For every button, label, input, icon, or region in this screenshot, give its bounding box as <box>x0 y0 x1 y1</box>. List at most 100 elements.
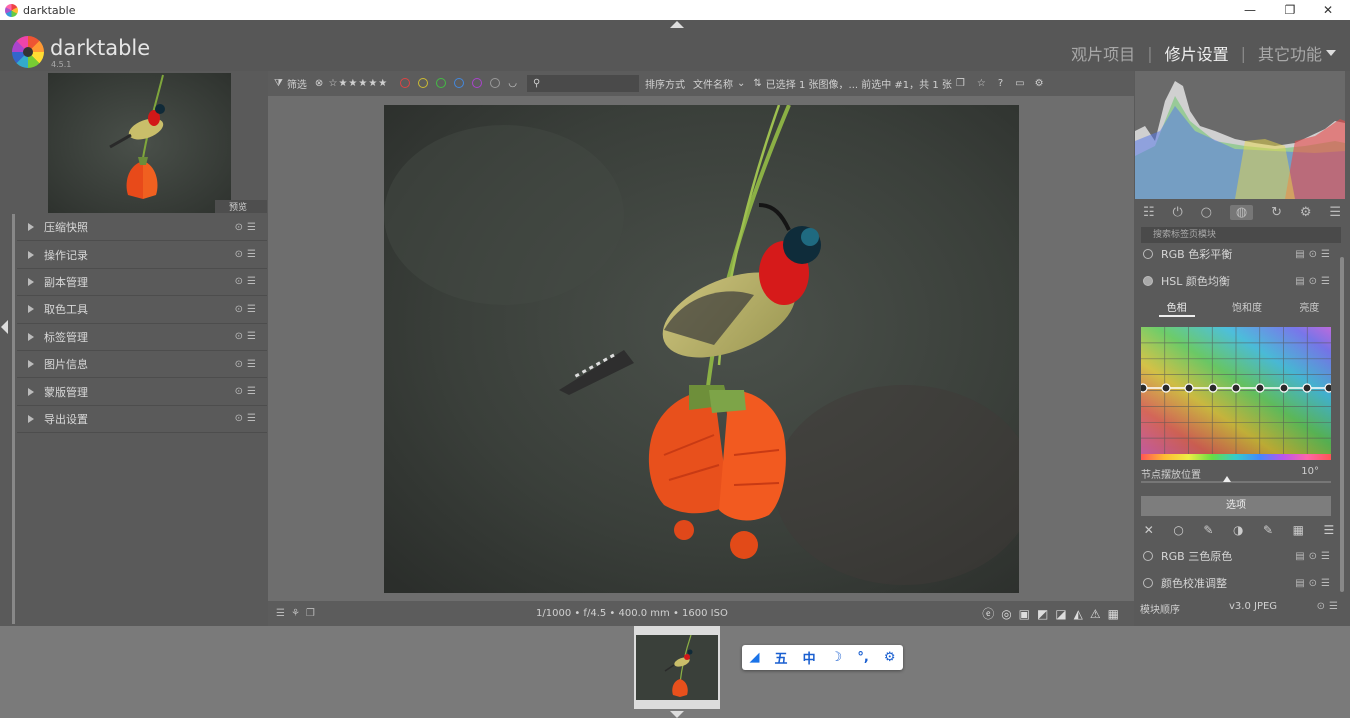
module-search-input[interactable]: 搜索标签页模块 <box>1141 227 1341 243</box>
module-row[interactable]: 图片信息 ⊙☰ <box>17 351 267 379</box>
module-reset-presets-icon[interactable]: ⊙☰ <box>235 304 260 315</box>
module-row[interactable]: 蒙版管理 ⊙☰ <box>17 378 267 406</box>
rating-filter[interactable]: ⊗ ☆★★★★★ <box>315 78 388 89</box>
color-label-mode-icon[interactable]: ◡ <box>508 78 517 89</box>
module-reset-presets-icon[interactable]: ⊙☰ <box>235 331 260 342</box>
module-actions-icon[interactable]: ▤⊙☰ <box>1295 276 1334 287</box>
star-icon[interactable]: ☆ <box>977 78 986 89</box>
hue-slider-label: 节点摆放位置 10° <box>1141 466 1331 481</box>
view-other[interactable]: 其它功能 <box>1258 41 1322 65</box>
options-button[interactable]: 选项 <box>1141 496 1331 516</box>
node-position-value[interactable]: 10° <box>1301 466 1319 477</box>
module-reset-presets-icon[interactable]: ⊙☰ <box>235 276 260 287</box>
chevron-down-icon[interactable] <box>1326 50 1336 56</box>
module-reset-presets-icon[interactable]: ⊙☰ <box>235 386 260 397</box>
presets-menu-icon[interactable]: ☰ <box>1323 523 1334 541</box>
module-actions-icon[interactable]: ▤⊙☰ <box>1295 249 1334 260</box>
tab-hue[interactable]: 色相 <box>1158 299 1195 317</box>
ime-moon-icon[interactable]: ☽ <box>831 650 843 665</box>
left-panel-scrollbar[interactable] <box>12 214 15 624</box>
module-header-hsl[interactable]: HSL 颜色均衡 ▤⊙☰ <box>1140 270 1338 292</box>
ime-settings-icon[interactable]: ⚙ <box>884 650 896 665</box>
module-group-tabs: ☷ ⏻ ○ ◍ ↻ ⚙ ☰ <box>1134 201 1350 223</box>
display-toggle-icons[interactable]: ⓔ◎▣◩◪◭⚠▦ <box>982 605 1126 622</box>
power-icon[interactable] <box>1143 551 1153 561</box>
navigation-zoom-label[interactable]: 预览 <box>215 200 267 213</box>
search-input[interactable]: ⚲ <box>527 75 640 92</box>
collapse-bottom-arrow-icon[interactable] <box>670 711 684 718</box>
parametric-mask-icon[interactable]: ◑ <box>1233 523 1243 541</box>
drawn-parametric-mask-icon[interactable]: ✎ <box>1263 523 1273 541</box>
expand-arrow-icon <box>28 332 34 341</box>
module-row[interactable]: 副本管理 ⊙☰ <box>17 269 267 297</box>
ime-punct-icon[interactable]: °, <box>857 650 868 665</box>
ime-chinese-mode[interactable]: 中 <box>803 648 816 667</box>
filmstrip-thumbnail[interactable] <box>634 626 720 709</box>
module-header-rgb-primaries[interactable]: RGB 三色原色 ▤⊙☰ <box>1140 545 1338 567</box>
left-bottom-icons[interactable]: ☰⚘❐ <box>276 608 321 619</box>
module-row[interactable]: 标签管理 ⊙☰ <box>17 324 267 351</box>
module-order-actions-icon[interactable]: ⊙☰ <box>1317 601 1342 612</box>
color-label-purple-icon[interactable] <box>472 78 483 88</box>
sort-select[interactable]: 文件名称 <box>693 76 733 91</box>
color-modules-icon[interactable]: ◍ <box>1229 204 1254 220</box>
view-lighttable[interactable]: 观片项目 <box>1071 41 1135 65</box>
mask-off-icon[interactable]: ✕ <box>1144 523 1154 541</box>
module-reset-presets-icon[interactable]: ⊙☰ <box>235 222 260 233</box>
module-reset-presets-icon[interactable]: ⊙☰ <box>235 413 260 424</box>
module-order-value[interactable]: v3.0 JPEG <box>1229 601 1277 612</box>
help-icon[interactable]: ? <box>998 78 1003 89</box>
sort-order-icon[interactable]: ⇅ <box>753 78 761 89</box>
right-panel-scrollbar[interactable] <box>1340 257 1344 592</box>
main-photo[interactable] <box>384 105 1019 593</box>
module-reset-presets-icon[interactable]: ⊙☰ <box>235 249 260 260</box>
copy-icon[interactable]: ❐ <box>956 78 965 89</box>
ime-logo-icon[interactable]: ◢ <box>750 650 760 665</box>
power-icon[interactable] <box>1143 249 1153 259</box>
shortcuts-icon[interactable]: ▭ <box>1015 78 1024 89</box>
module-row[interactable]: 导出设置 ⊙☰ <box>17 406 267 434</box>
module-header-rgb-color-balance[interactable]: RGB 色彩平衡 ▤⊙☰ <box>1140 243 1338 265</box>
image-info-bar: ☰⚘❐ 1/1000 • f/4.5 • 400.0 mm • 1600 ISO… <box>268 601 1134 626</box>
gear-icon[interactable]: ⚙ <box>1035 78 1044 89</box>
slider-thumb[interactable] <box>1223 476 1231 482</box>
module-row[interactable]: 压缩快照 ⊙☰ <box>17 214 267 242</box>
histogram[interactable] <box>1135 71 1345 199</box>
navigation-thumbnail[interactable] <box>48 73 231 213</box>
quick-access-icon[interactable]: ☷ <box>1143 205 1155 220</box>
hue-curve-graph[interactable] <box>1141 327 1331 454</box>
drawn-mask-icon[interactable]: ✎ <box>1203 523 1213 541</box>
minimize-button[interactable]: — <box>1228 0 1272 20</box>
active-modules-icon[interactable]: ⏻ <box>1172 205 1182 220</box>
raster-mask-icon[interactable]: ▦ <box>1293 523 1304 541</box>
collapse-left-arrow-icon[interactable] <box>1 320 8 334</box>
effects-modules-icon[interactable]: ⚙ <box>1300 205 1312 220</box>
module-row[interactable]: 操作记录 ⊙☰ <box>17 241 267 269</box>
power-icon[interactable] <box>1143 276 1153 286</box>
color-label-none-icon[interactable] <box>490 78 501 88</box>
module-reset-presets-icon[interactable]: ⊙☰ <box>235 359 260 370</box>
filter-funnel-icon[interactable]: ⧩ <box>274 78 283 89</box>
close-button[interactable]: ✕ <box>1306 0 1350 20</box>
module-actions-icon[interactable]: ▤⊙☰ <box>1295 578 1334 589</box>
collapse-top-arrow-icon[interactable] <box>670 21 684 28</box>
tab-brightness[interactable]: 亮度 <box>1299 299 1319 317</box>
view-darkroom[interactable]: 修片设置 <box>1165 41 1229 65</box>
module-actions-icon[interactable]: ▤⊙☰ <box>1295 551 1334 562</box>
module-row[interactable]: 取色工具 ⊙☰ <box>17 296 267 324</box>
node-position-slider[interactable] <box>1141 476 1331 483</box>
selection-info: 已选择 1 张图像，... 前选中 #1，共 1 张 <box>765 80 952 91</box>
color-label-red-icon[interactable] <box>400 78 411 88</box>
base-modules-icon[interactable]: ○ <box>1201 205 1212 220</box>
presets-menu-icon[interactable]: ☰ <box>1329 205 1341 220</box>
uniform-mask-icon[interactable]: ○ <box>1173 523 1183 541</box>
power-icon[interactable] <box>1143 578 1153 588</box>
tab-saturation[interactable]: 饱和度 <box>1232 299 1262 317</box>
ime-wubi-mode[interactable]: 五 <box>775 648 788 667</box>
correct-modules-icon[interactable]: ↻ <box>1271 205 1282 220</box>
color-label-green-icon[interactable] <box>436 78 447 88</box>
color-label-yellow-icon[interactable] <box>418 78 429 88</box>
module-header-color-calibration[interactable]: 颜色校准调整 ▤⊙☰ <box>1140 572 1338 594</box>
color-label-blue-icon[interactable] <box>454 78 465 88</box>
chevron-down-icon[interactable]: ⌄ <box>737 78 745 89</box>
